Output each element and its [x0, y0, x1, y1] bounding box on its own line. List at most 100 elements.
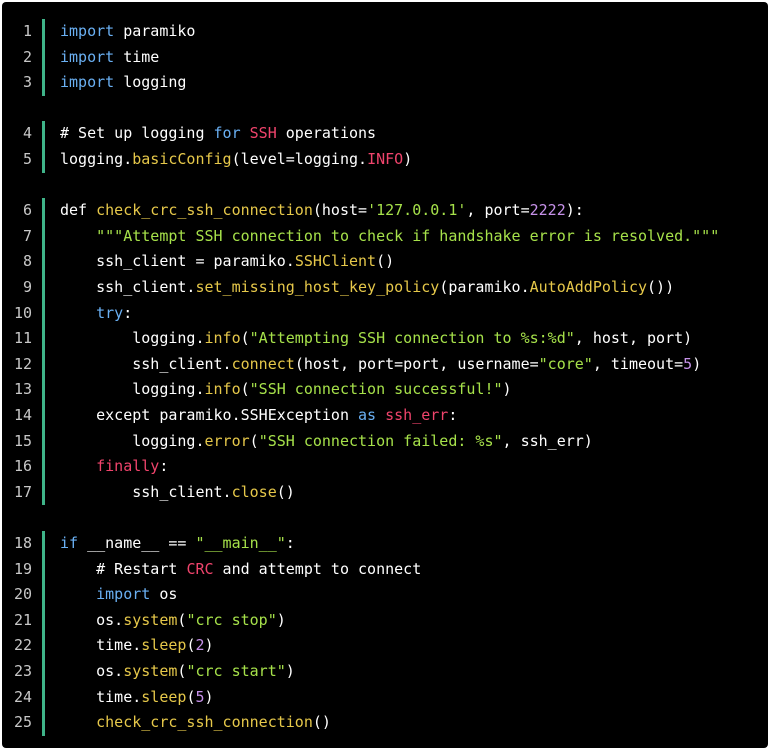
code-line: 15 logging.error("SSH connection failed:…: [2, 429, 768, 455]
code-text: ssh_client.set_missing_host_key_policy(p…: [60, 275, 674, 301]
code-token: """Attempt SSH connection to check if ha…: [96, 226, 720, 245]
code-token: time.: [60, 636, 142, 655]
code-token: info: [204, 329, 241, 348]
line-number: 16: [13, 457, 32, 476]
code-line: 2 import time: [2, 45, 768, 71]
code-line: 23 os.system("crc start"): [2, 659, 768, 685]
code-line: 11 logging.info("Attempting SSH connecti…: [2, 326, 768, 352]
code-token: "crc start": [186, 662, 286, 680]
code-token: "crc stop": [186, 610, 277, 629]
code-token: ): [204, 636, 214, 655]
code-token: (level=logging.: [231, 149, 368, 168]
code-token: INFO: [367, 149, 404, 168]
code-line: 24 time.sleep(5): [2, 685, 768, 711]
code-token: system: [123, 610, 178, 629]
line-number: 6: [22, 201, 32, 220]
code-block: 4 # Set up logging for SSH operations 5 log…: [2, 121, 768, 173]
line-number: 10: [13, 303, 32, 322]
code-token: ssh_client.: [60, 482, 232, 501]
code-token: error: [204, 431, 250, 450]
code-token: paramiko: [114, 22, 196, 40]
code-token: ssh_client.: [60, 354, 232, 373]
line-number: 23: [13, 662, 32, 680]
code-text: import time: [60, 45, 159, 71]
code-line: 21 os.system("crc stop"): [2, 608, 768, 634]
code-token: def: [60, 201, 97, 220]
code-token: logging: [114, 73, 187, 92]
code-line: 7 """Attempt SSH connection to check if …: [2, 224, 768, 250]
code-text: import paramiko: [60, 19, 195, 45]
code-text: except paramiko.SSHException as ssh_err:: [60, 403, 457, 429]
code-token: ): [204, 687, 214, 706]
code-text: logging.error("SSH connection failed: %s…: [60, 429, 593, 455]
code-line: 18 if __name__ == "__main__":: [2, 531, 768, 557]
code-token: ): [285, 662, 295, 680]
code-token: '127.0.0.1': [367, 201, 467, 220]
code-token: logging.: [60, 149, 133, 168]
line-number: 18: [13, 534, 32, 552]
code-line: 12 ssh_client.connect(host, port=port, u…: [2, 352, 768, 378]
code-text: ssh_client.connect(host, port=port, user…: [60, 352, 701, 378]
code-text: import os: [60, 582, 177, 608]
code-line: 19 # Restart CRC and attempt to connect: [2, 557, 768, 583]
code-token: CRC: [186, 559, 214, 578]
code-token: except paramiko.SSHException: [60, 405, 359, 424]
line-number: 14: [13, 405, 32, 424]
code-token: :: [123, 303, 133, 322]
code-text: logging.info("SSH connection successful!…: [60, 377, 511, 403]
code-token: logging.: [60, 329, 205, 348]
line-number: 19: [13, 559, 32, 578]
line-number: 9: [22, 277, 32, 296]
line-number: 2: [22, 47, 32, 66]
code-token: , timeout=: [592, 354, 684, 373]
code-token: import: [96, 585, 151, 604]
code-line: 20 import os: [2, 582, 768, 608]
code-text: finally:: [60, 454, 168, 480]
code-token: ):: [565, 201, 584, 220]
code-panel: 1 import paramiko 2 import time 3 import logg…: [2, 2, 768, 748]
code-token: "SSH connection failed: %s": [258, 431, 503, 450]
code-token: ssh_err: [385, 405, 449, 424]
code-line: 6 def check_crc_ssh_connection(host='127.…: [2, 198, 768, 224]
code-token: check_crc_ssh_connection: [96, 713, 313, 732]
code-text: ssh_client.close(): [60, 480, 295, 506]
code-token: set_missing_host_key_policy: [195, 277, 440, 296]
code-text: logging.info("Attempting SSH connection …: [60, 326, 692, 352]
code-token: sleep: [141, 636, 187, 655]
code-token: operations: [276, 124, 377, 143]
line-number: 17: [13, 482, 32, 501]
code-token: (: [240, 329, 250, 348]
code-token: import: [60, 22, 115, 40]
code-token: AutoAddPolicy: [529, 277, 648, 296]
code-token: ()): [647, 277, 675, 296]
code-token: ssh_client.: [60, 277, 196, 296]
code-token: (host=: [312, 201, 368, 220]
code-line: 22 time.sleep(2): [2, 633, 768, 659]
code-block: 1 import paramiko 2 import time 3 import logg…: [2, 19, 768, 96]
code-text: try:: [60, 301, 132, 327]
code-text: time.sleep(2): [60, 633, 214, 659]
code-text: # Restart CRC and attempt to connect: [60, 557, 421, 583]
code-token: logging.: [60, 431, 205, 450]
line-number: 4: [22, 124, 32, 143]
line-number: 13: [13, 380, 32, 399]
code-token: :: [285, 534, 295, 552]
code-line: 4 # Set up logging for SSH operations: [2, 121, 768, 147]
code-token: , port=: [466, 201, 530, 220]
line-number: 5: [22, 149, 32, 168]
code-token: os.: [60, 662, 124, 680]
code-text: import logging: [60, 70, 186, 96]
line-number: 20: [13, 585, 32, 604]
code-token: __name__ ==: [78, 534, 196, 552]
code-token: 5: [195, 687, 205, 706]
line-number: 12: [13, 354, 32, 373]
line-number: 22: [13, 636, 32, 655]
code-token: "__main__": [195, 534, 286, 552]
code-text: os.system("crc stop"): [60, 608, 286, 634]
code-line: 5 logging.basicConfig(level=logging.INFO): [2, 147, 768, 173]
code-token: (): [376, 252, 395, 271]
